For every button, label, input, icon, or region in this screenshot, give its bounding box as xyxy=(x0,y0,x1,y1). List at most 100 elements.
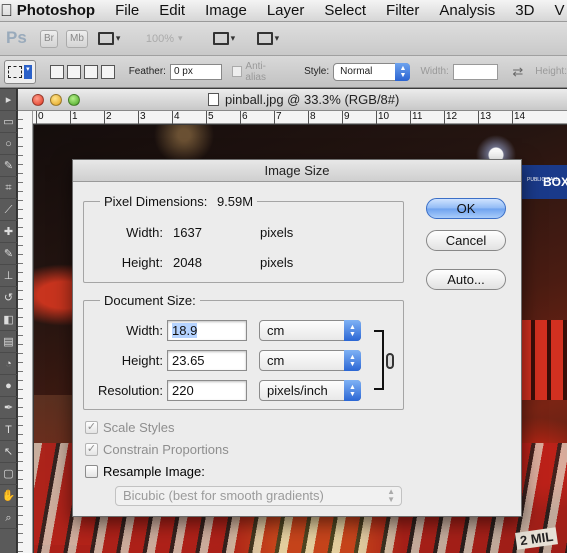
shape-tool-icon[interactable]: ▢ xyxy=(0,463,17,485)
chevron-down-icon[interactable]: ▾ xyxy=(178,33,183,44)
tool-preset-picker[interactable]: ▾ xyxy=(4,59,36,84)
crop-tool-icon[interactable]: ⌗ xyxy=(0,177,17,199)
style-select[interactable]: Normal ▲ ▼ xyxy=(333,62,411,81)
ruler-label: 12 xyxy=(444,111,458,124)
scale-styles-checkbox[interactable]: ✓ Scale Styles xyxy=(85,420,175,435)
healing-brush-tool-icon[interactable]: ✚ xyxy=(0,221,17,243)
pixel-height-unit: pixels xyxy=(260,255,294,270)
menu-edit[interactable]: Edit xyxy=(149,2,195,19)
feather-label: Feather: xyxy=(128,66,166,77)
zoom-level[interactable]: 100% xyxy=(146,33,174,45)
pixel-height-value: 2048 xyxy=(173,255,202,270)
cancel-button[interactable]: Cancel xyxy=(426,230,506,251)
doc-height-unit: cm xyxy=(267,353,285,368)
close-icon[interactable] xyxy=(32,93,44,106)
canvas-sign-small: PUBLIC CALL xyxy=(527,177,559,183)
document-icon xyxy=(208,93,219,106)
width-label: Width: xyxy=(420,66,449,77)
stepper-icon: ▲ ▼ xyxy=(387,487,395,504)
chain-link-icon xyxy=(386,353,394,369)
resample-method-value: Bicubic (best for smooth gradients) xyxy=(123,488,324,503)
vertical-ruler[interactable] xyxy=(18,111,33,553)
feather-input[interactable]: 0 px xyxy=(169,63,222,80)
pixel-dimensions-size: 9.59M xyxy=(216,194,254,209)
document-title-bar[interactable]: pinball.jpg @ 33.3% (RGB/8#) xyxy=(18,89,567,111)
minimize-icon[interactable] xyxy=(50,93,62,106)
window-controls xyxy=(32,93,80,106)
menu-view[interactable]: V xyxy=(544,2,567,19)
screen-mode-button[interactable]: ▾ xyxy=(256,30,283,48)
quick-selection-tool-icon[interactable]: ✎ xyxy=(0,155,17,177)
auto-button[interactable]: Auto... xyxy=(426,269,506,290)
checkbox-box xyxy=(85,465,98,478)
width-input[interactable] xyxy=(452,63,499,80)
constrain-proportions-checkbox[interactable]: ✓ Constrain Proportions xyxy=(85,442,229,457)
apple-icon[interactable]:  xyxy=(0,1,13,21)
hand-tool-icon[interactable]: ✋ xyxy=(0,485,17,507)
type-tool-icon[interactable]: T xyxy=(0,419,17,441)
brush-tool-icon[interactable]: ✎ xyxy=(0,243,17,265)
anti-alias-checkbox[interactable] xyxy=(231,66,243,77)
menu-select[interactable]: Select xyxy=(314,2,376,19)
menu-photoshop[interactable]: Photoshop xyxy=(13,2,105,19)
marquee-tool-icon[interactable]: ▭ xyxy=(0,111,17,133)
blur-tool-icon[interactable]: ◔ xyxy=(0,353,17,375)
bridge-button[interactable]: Br xyxy=(40,29,58,48)
doc-height-input[interactable]: 23.65 xyxy=(167,350,247,371)
document-title-text: pinball.jpg @ 33.3% (RGB/8#) xyxy=(225,92,400,107)
pixel-height-label: Height: xyxy=(121,255,163,270)
menu-analysis[interactable]: Analysis xyxy=(429,2,505,19)
resample-image-checkbox[interactable]: Resample Image: xyxy=(85,464,205,479)
ok-button[interactable]: OK xyxy=(426,198,506,219)
dialog-title: Image Size xyxy=(73,160,521,182)
ruler-label: 10 xyxy=(376,111,390,124)
ruler-label: 6 xyxy=(240,111,248,124)
mini-bridge-button[interactable]: Mb xyxy=(66,29,88,48)
ruler-label: 13 xyxy=(478,111,492,124)
doc-width-input[interactable]: 18.9 xyxy=(167,320,247,341)
ruler-label: 14 xyxy=(512,111,526,124)
move-tool-icon[interactable]: ▸ xyxy=(0,89,17,111)
menu-filter[interactable]: Filter xyxy=(376,2,429,19)
doc-width-unit-select[interactable]: cm ▲ ▼ xyxy=(259,320,361,341)
swap-icon[interactable]: ⇄ xyxy=(512,64,523,80)
eyedropper-tool-icon[interactable]: ⟋ xyxy=(0,199,17,221)
constrain-link-bracket xyxy=(374,330,384,390)
view-extras-button[interactable]: ▾ xyxy=(97,30,124,48)
add-to-selection-icon[interactable] xyxy=(66,64,81,79)
gradient-tool-icon[interactable]: ▤ xyxy=(0,331,17,353)
arrange-documents-icon xyxy=(212,32,229,45)
scale-styles-label: Scale Styles xyxy=(103,420,175,435)
pixel-dimensions-label: Pixel Dimensions: xyxy=(104,194,208,209)
new-selection-icon[interactable] xyxy=(49,64,64,79)
history-brush-tool-icon[interactable]: ↺ xyxy=(0,287,17,309)
doc-height-unit-select[interactable]: cm ▲ ▼ xyxy=(259,350,361,371)
resample-method-select[interactable]: Bicubic (best for smooth gradients) ▲ ▼ xyxy=(115,486,402,506)
resolution-unit-select[interactable]: pixels/inch ▲ ▼ xyxy=(259,380,361,401)
subtract-from-selection-icon[interactable] xyxy=(83,64,98,79)
zoom-tool-icon[interactable]: ⌕ xyxy=(0,507,17,529)
chevron-down-icon: ▾ xyxy=(23,64,32,79)
menu-3d[interactable]: 3D xyxy=(505,2,544,19)
zoom-window-icon[interactable] xyxy=(68,93,80,106)
pen-tool-icon[interactable]: ✒ xyxy=(0,397,17,419)
stepper-icon: ▲ ▼ xyxy=(395,62,411,81)
menu-file[interactable]: File xyxy=(105,2,149,19)
ruler-label: 11 xyxy=(410,111,423,124)
clone-stamp-tool-icon[interactable]: ⊥ xyxy=(0,265,17,287)
horizontal-ruler[interactable]: 0 1 2 3 4 5 6 7 8 9 10 11 12 13 14 xyxy=(33,111,567,124)
menu-image[interactable]: Image xyxy=(195,2,257,19)
dodge-tool-icon[interactable]: ● xyxy=(0,375,17,397)
lasso-tool-icon[interactable]: ○ xyxy=(0,133,17,155)
menu-layer[interactable]: Layer xyxy=(257,2,315,19)
arrange-documents-button[interactable]: ▾ xyxy=(212,30,239,48)
checkmark-icon: ✓ xyxy=(85,421,98,434)
ruler-label: 0 xyxy=(36,111,44,124)
resolution-input[interactable]: 220 xyxy=(167,380,247,401)
intersect-selection-icon[interactable] xyxy=(100,64,115,79)
pixel-width-value: 1637 xyxy=(173,225,202,240)
pixel-width-label: Width: xyxy=(126,225,163,240)
doc-height-value: 23.65 xyxy=(172,353,205,368)
path-selection-tool-icon[interactable]: ↖ xyxy=(0,441,17,463)
eraser-tool-icon[interactable]: ◧ xyxy=(0,309,17,331)
